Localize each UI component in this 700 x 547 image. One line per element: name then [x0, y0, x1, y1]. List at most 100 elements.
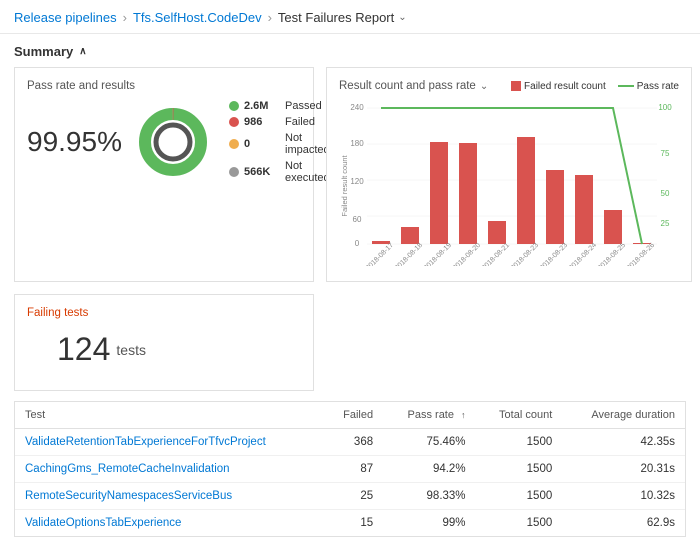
bar-8	[604, 210, 622, 244]
bar-4	[488, 221, 506, 244]
test-table-container: Test Failed Pass rate ↑ Total count Aver…	[14, 401, 686, 537]
cell-total-count: 1500	[476, 456, 563, 483]
summary-cards: Pass rate and results 99.95%	[14, 67, 686, 282]
breadcrumb-sep-1: ›	[123, 10, 127, 25]
pass-rate-card: Pass rate and results 99.95%	[14, 67, 314, 282]
cell-failed: 15	[324, 510, 383, 537]
page-title: Test Failures Report	[278, 10, 394, 25]
summary-label: Summary	[14, 44, 73, 59]
test-name-link[interactable]: ValidateRetentionTabExperienceForTfvcPro…	[25, 436, 266, 448]
chart-title-row: Result count and pass rate ⌄ Failed resu…	[339, 80, 679, 92]
legend-failed-count: Failed result count	[511, 81, 606, 92]
table-row: ValidateOptionsTabExperience 15 99% 1500…	[15, 510, 685, 537]
svg-text:2018-08-19: 2018-08-19	[423, 242, 453, 266]
passed-dot	[229, 101, 239, 111]
failing-count: 124	[57, 331, 110, 368]
failed-dot	[229, 117, 239, 127]
svg-text:180: 180	[350, 139, 364, 148]
app-container: Release pipelines › Tfs.SelfHost.CodeDev…	[0, 0, 700, 547]
chart-dropdown-icon[interactable]: ⌄	[480, 81, 488, 92]
pass-rate-line	[618, 85, 634, 87]
title-dropdown-icon[interactable]: ⌄	[398, 12, 406, 23]
result-chart-card: Result count and pass rate ⌄ Failed resu…	[326, 67, 692, 282]
failing-label: tests	[116, 342, 146, 358]
bar-7	[575, 175, 593, 244]
main-content: Summary ∧ Pass rate and results 99.95%	[0, 34, 700, 547]
failed-value: 986	[244, 116, 280, 128]
failed-count-label: Failed result count	[524, 81, 606, 92]
bar-1	[401, 227, 419, 244]
legend-passed: 2.6M Passed	[229, 100, 330, 112]
bar-3	[459, 143, 477, 244]
cell-total-count: 1500	[476, 483, 563, 510]
cell-avg-duration: 10.32s	[562, 483, 685, 510]
svg-text:25: 25	[661, 219, 670, 228]
svg-text:2018-08-23: 2018-08-23	[510, 242, 540, 266]
col-total-count[interactable]: Total count	[476, 402, 563, 429]
cell-avg-duration: 42.35s	[562, 429, 685, 456]
col-failed[interactable]: Failed	[324, 402, 383, 429]
svg-text:2018-08-18: 2018-08-18	[394, 242, 424, 266]
cell-pass-rate: 75.46%	[383, 429, 475, 456]
test-name-link[interactable]: CachingGms_RemoteCacheInvalidation	[25, 463, 230, 475]
svg-text:0: 0	[355, 239, 360, 248]
breadcrumb-release-pipelines[interactable]: Release pipelines	[14, 10, 117, 25]
legend-pass-rate: Pass rate	[618, 81, 679, 92]
pass-rate-chart-label: Pass rate	[637, 81, 679, 92]
svg-text:2018-08-21: 2018-08-21	[481, 242, 511, 266]
bottom-cards: Failing tests 124 tests	[14, 294, 686, 391]
bar-2	[430, 142, 448, 244]
collapse-icon[interactable]: ∧	[79, 46, 86, 57]
legend-not-impacted: 0 Not impacted	[229, 132, 330, 156]
test-name-link[interactable]: ValidateOptionsTabExperience	[25, 517, 181, 529]
not-impacted-value: 0	[244, 138, 280, 150]
svg-text:50: 50	[661, 189, 670, 198]
test-table: Test Failed Pass rate ↑ Total count Aver…	[15, 402, 685, 536]
cell-pass-rate: 98.33%	[383, 483, 475, 510]
failing-content: 124 tests	[27, 321, 301, 378]
failing-tests-card: Failing tests 124 tests	[14, 294, 314, 391]
cell-pass-rate: 94.2%	[383, 456, 475, 483]
breadcrumb-sep-2: ›	[268, 10, 272, 25]
cell-failed: 368	[324, 429, 383, 456]
svg-text:2018-08-25: 2018-08-25	[597, 242, 627, 266]
svg-text:240: 240	[350, 103, 364, 112]
passed-value: 2.6M	[244, 100, 280, 112]
test-name-link[interactable]: RemoteSecurityNamespacesServiceBus	[25, 490, 232, 502]
not-executed-dot	[229, 167, 239, 177]
not-executed-value: 566K	[244, 166, 280, 178]
failed-count-rect	[511, 81, 521, 91]
pass-rate-title: Pass rate and results	[27, 80, 301, 92]
chart-legend: Failed result count Pass rate	[511, 81, 679, 92]
svg-text:2018-08-26: 2018-08-26	[626, 242, 656, 266]
failing-tests-title: Failing tests	[27, 307, 301, 319]
bar-6	[546, 170, 564, 244]
table-row: CachingGms_RemoteCacheInvalidation 87 94…	[15, 456, 685, 483]
donut-chart	[133, 102, 213, 182]
table-header-row: Test Failed Pass rate ↑ Total count Aver…	[15, 402, 685, 429]
table-row: RemoteSecurityNamespacesServiceBus 25 98…	[15, 483, 685, 510]
not-executed-label: Not executed	[285, 160, 330, 184]
chart-title: Result count and pass rate	[339, 80, 476, 92]
svg-text:100: 100	[658, 103, 672, 112]
breadcrumb-tfs[interactable]: Tfs.SelfHost.CodeDev	[133, 10, 262, 25]
pass-rate-polyline	[381, 108, 642, 244]
legend-not-executed: 566K Not executed	[229, 160, 330, 184]
failed-label: Failed	[285, 116, 315, 128]
sort-icon: ↑	[461, 410, 466, 420]
cell-avg-duration: 20.31s	[562, 456, 685, 483]
table-row: ValidateRetentionTabExperienceForTfvcPro…	[15, 429, 685, 456]
not-impacted-label: Not impacted	[285, 132, 330, 156]
cell-pass-rate: 99%	[383, 510, 475, 537]
passed-label: Passed	[285, 100, 322, 112]
bar-5	[517, 137, 535, 244]
svg-text:120: 120	[350, 177, 364, 186]
cell-avg-duration: 62.9s	[562, 510, 685, 537]
col-pass-rate[interactable]: Pass rate ↑	[383, 402, 475, 429]
cell-failed: 87	[324, 456, 383, 483]
col-avg-duration[interactable]: Average duration	[562, 402, 685, 429]
pass-rate-value: 99.95%	[27, 126, 117, 158]
cell-failed: 25	[324, 483, 383, 510]
svg-text:60: 60	[353, 215, 362, 224]
svg-text:2018-08-24: 2018-08-24	[568, 242, 598, 266]
